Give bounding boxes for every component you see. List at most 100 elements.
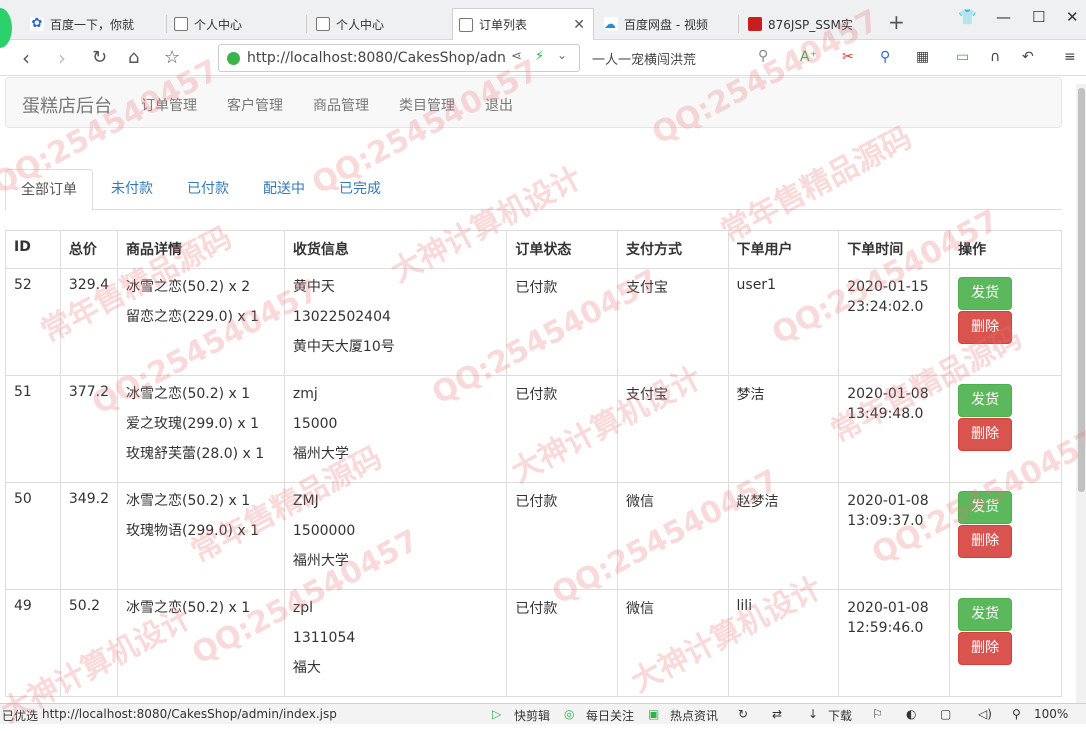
delete-button[interactable]: 删除 [958,632,1013,665]
close-window-icon[interactable]: ✕ [1066,8,1079,26]
delete-button[interactable]: 删除 [958,418,1013,451]
apps-icon[interactable]: ▦ [916,49,929,65]
order-user: 梦洁 [727,375,840,483]
item-line: 玫瑰舒芙蕾(28.0) x 1 [125,446,265,462]
admin-navbar: 蛋糕店后台 订单管理 客户管理 商品管理 类目管理 退出 [5,77,1062,128]
tab-separator [306,15,307,33]
header-total: 总价 [59,230,118,269]
receiver-info: ZMJ 1500000 福州大学 [283,482,508,590]
nav-logout[interactable]: 退出 [485,95,513,115]
tab-unpaid[interactable]: 未付款 [96,169,168,210]
order-time: 2020-01-08 12:59:46.0 [838,589,951,697]
magnifier-icon[interactable]: ⚲ [880,49,890,65]
refresh-icon[interactable]: ↻ [738,707,748,721]
nav-order-management[interactable]: 订单管理 [141,95,197,115]
shuffle-icon[interactable]: ⇄ [772,707,782,721]
order-clock: 13:09:37.0 [847,513,924,529]
item-line: 爱之玫瑰(299.0) x 1 [125,416,260,432]
payment-method: 支付宝 [616,375,729,483]
home-icon[interactable]: ⌂ [128,47,139,68]
flag-icon[interactable]: ⚐ [872,707,883,721]
volume-icon[interactable]: ◁) [978,707,992,721]
minimize-icon[interactable]: — [996,8,1011,26]
window-icon[interactable]: ▢ [940,707,951,721]
translate-icon[interactable]: A⁺ [800,49,817,65]
tab-completed[interactable]: 已完成 [324,169,396,210]
receiver-name: 黄中天 [292,279,335,295]
payment-method: 微信 [616,482,729,590]
item-line: 冰雪之恋(50.2) x 1 [125,386,251,402]
browser-icon[interactable]: ◐ [906,707,916,721]
status-item-daily[interactable]: 每日关注 [586,707,634,724]
forward-icon[interactable]: › [58,46,66,70]
tab-separator [738,15,739,33]
shield-icon [227,52,240,65]
tab-paid[interactable]: 已付款 [172,169,244,210]
tab-label: 个人中心 [336,17,385,32]
delete-button[interactable]: 删除 [958,311,1013,344]
receiver-address: 福州大学 [292,446,349,462]
nav-product-management[interactable]: 商品管理 [313,95,369,115]
shirt-icon[interactable]: 👕 [958,8,977,26]
browser-tab-6[interactable]: 876JSP_SSM实 [742,8,882,40]
star-icon[interactable]: ☆ [164,47,180,68]
chevron-down-icon[interactable]: ⌄ [557,48,567,62]
new-tab-icon[interactable]: + [888,10,905,34]
header-receiver: 收货信息 [283,230,508,269]
browser-tab-4-active[interactable]: 订单列表 ✕ [452,8,594,40]
order-clock: 12:59:46.0 [847,620,924,636]
status-item-clip[interactable]: 快剪辑 [514,707,550,724]
order-clock: 13:49:48.0 [847,406,924,422]
table-row: 51 377.2 冰雪之恋(50.2) x 1 爱之玫瑰(299.0) x 1 … [5,375,1062,483]
ship-button[interactable]: 发货 [958,277,1013,310]
zoom-level[interactable]: 100% [1034,707,1068,721]
search-box-text[interactable]: 一人一宠横闯洪荒 [592,49,696,68]
clip-icon: ▷ [492,707,502,721]
page-icon [174,17,188,31]
order-actions: 发货 删除 [949,589,1062,697]
receiver-phone: 15000 [292,416,338,432]
header-id: ID [5,230,61,269]
browser-tab-2[interactable]: 个人中心 [168,8,310,40]
battery-icon[interactable]: ▭ [956,49,969,65]
scrollbar-thumb[interactable] [1078,88,1085,492]
ship-button[interactable]: 发货 [958,384,1013,417]
payment-method: 支付宝 [616,268,729,376]
browser-tab-5[interactable]: ☁ 百度网盘 - 视频 [598,8,738,40]
url-bar[interactable]: http://localhost:8080/CakesShop/adn ⋖ ⚡ … [218,44,580,72]
menu-icon[interactable]: ≡ [1064,49,1076,65]
undo-icon[interactable]: ↶ [1022,49,1034,65]
headphones-icon[interactable]: ∩ [990,49,1000,65]
order-items: 冰雪之恋(50.2) x 1 玫瑰物语(299.0) x 1 [116,482,285,590]
order-user: lili [727,589,840,697]
receiver-phone: 1500000 [292,523,356,539]
ship-button[interactable]: 发货 [958,598,1013,631]
browser-status-bar: 已优选 http://localhost:8080/CakesShop/admi… [0,703,1086,724]
browser-tab-3[interactable]: 个人中心 [310,8,452,40]
browser-tab-1[interactable]: ✿ 百度一下，你就 [24,8,166,40]
search-icon[interactable]: ⚲ [758,48,768,64]
brand-title[interactable]: 蛋糕店后台 [22,92,112,118]
order-total: 50.2 [59,589,118,697]
ship-button[interactable]: 发货 [958,491,1013,524]
tab-delivering[interactable]: 配送中 [248,169,320,210]
lightning-icon[interactable]: ⚡ [535,49,544,64]
download-icon[interactable]: ↓ [808,707,818,721]
item-line: 玫瑰物语(299.0) x 1 [125,523,260,539]
back-icon[interactable]: ‹ [22,46,30,70]
zoom-icon[interactable]: ⚲ [1012,707,1021,721]
status-url: http://localhost:8080/CakesShop/admin/in… [42,707,337,721]
nav-customer-management[interactable]: 客户管理 [227,95,283,115]
nav-category-management[interactable]: 类目管理 [399,95,455,115]
status-item-news[interactable]: 热点资讯 [670,707,718,724]
reload-icon[interactable]: ↻ [92,47,107,68]
header-actions: 操作 [949,230,1062,269]
order-date: 2020-01-08 [847,386,929,402]
close-tab-icon[interactable]: ✕ [573,17,585,33]
delete-button[interactable]: 删除 [958,525,1013,558]
tab-all-orders[interactable]: 全部订单 [5,169,93,211]
scissors-icon[interactable]: ✂ [842,49,854,65]
share-icon[interactable]: ⋖ [511,49,522,64]
maximize-icon[interactable]: ☐ [1032,8,1045,26]
status-item-download[interactable]: 下载 [828,707,852,724]
